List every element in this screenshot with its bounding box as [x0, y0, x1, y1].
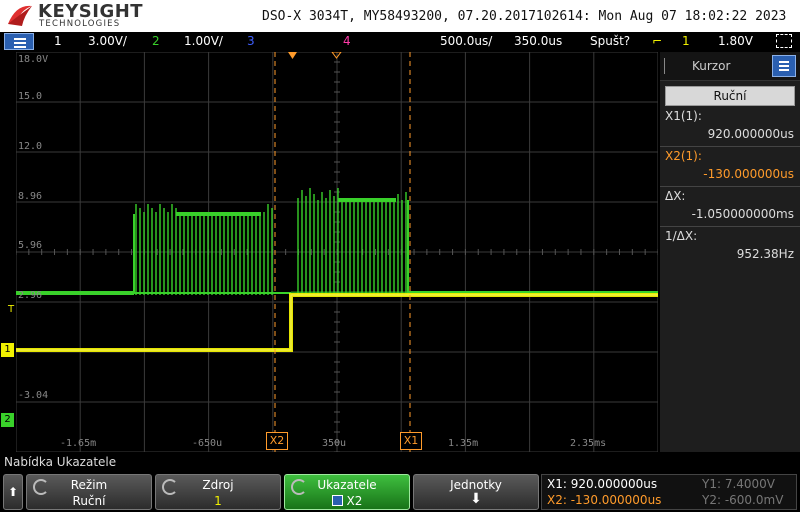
softkey-title: Ukazatele	[317, 478, 377, 492]
x-tick-label: 350u	[322, 438, 347, 449]
trigger-level-marker[interactable]: T	[8, 304, 14, 315]
readout-x1: X1: 920.000000us	[547, 477, 658, 491]
inv-dx-value: 952.38Hz	[736, 247, 794, 261]
menu-title: Nabídka Ukazatele	[4, 455, 117, 469]
x-tick-label: 1.35m	[448, 438, 479, 449]
trigger-level[interactable]: 1.80V	[718, 34, 753, 48]
units-softkey[interactable]: Jednotky ⬇	[413, 474, 539, 510]
screenshot-icon[interactable]	[776, 34, 792, 48]
y-tick-label: 2.96	[18, 290, 43, 301]
ch2-ground-marker[interactable]: 2	[1, 413, 14, 427]
cursor-x2-label[interactable]: X2	[266, 432, 288, 450]
arrow-down-icon: ⬇	[470, 491, 482, 507]
x-tick-label: -650u	[192, 438, 223, 449]
cursors-softkey[interactable]: Ukazatele X2	[284, 474, 410, 510]
channel-bar: 1 3.00V/ 2 1.00V/ 3 4 500.0us/ 350.0us S…	[0, 32, 800, 52]
cursor-mode-button[interactable]: Ruční	[665, 86, 795, 106]
inv-dx-label: 1/ΔX:	[665, 229, 698, 243]
y-tick-label: 5.96	[18, 240, 43, 251]
y-tick-label: 18.0V	[18, 54, 49, 65]
menu-icon[interactable]	[4, 33, 34, 50]
y-tick-label: 12.0	[18, 141, 43, 152]
panel-handle-icon	[664, 58, 671, 74]
source-softkey[interactable]: Zdroj 1	[155, 474, 281, 510]
ch1-scale[interactable]: 3.00V/	[88, 34, 127, 48]
y-tick-label: -3.04	[18, 390, 49, 401]
trigger-mode[interactable]: Spušt?	[590, 34, 630, 48]
back-button[interactable]: ⬆	[3, 474, 23, 510]
y-tick-label: 8.96	[18, 191, 43, 202]
readout-y1: Y1: 7.4000V	[702, 477, 776, 491]
scope-info: DSO-X 3034T, MY58493200, 07.20.201710261…	[262, 9, 787, 24]
brand-subtitle: TECHNOLOGIES	[39, 19, 121, 29]
waveform-display[interactable]	[16, 52, 658, 452]
cursor-selected-icon	[331, 495, 343, 506]
dx-value: -1.050000000ms	[691, 207, 794, 221]
divider	[660, 186, 800, 187]
y-tick-label: 15.0	[18, 91, 43, 102]
arrow-up-icon: ⬆	[7, 485, 19, 499]
divider	[660, 146, 800, 147]
softkey-title: Jednotky	[450, 478, 502, 492]
timebase[interactable]: 500.0us/	[440, 34, 492, 48]
cursor-readout: X1: 920.000000us X2: -130.000000us Y1: 7…	[541, 474, 797, 510]
x2-value: -130.000000us	[703, 167, 794, 181]
readout-x2: X2: -130.000000us	[547, 493, 662, 507]
header: KEYSIGHT TECHNOLOGIES DSO-X 3034T, MY584…	[0, 0, 800, 32]
x1-value: 920.000000us	[707, 127, 794, 141]
keysight-logo-icon	[8, 5, 32, 26]
trigger-rising-icon: ⌐	[652, 34, 663, 48]
ch2-scale[interactable]: 1.00V/	[184, 34, 223, 48]
dx-label: ΔX:	[665, 189, 686, 203]
softkey-value: Ruční	[72, 494, 106, 508]
panel-header: Kurzor	[660, 52, 800, 81]
softkey-value: X2	[346, 494, 363, 508]
cursor-x1-label[interactable]: X1	[400, 432, 422, 450]
softkey-title: Režim	[70, 478, 108, 492]
softkey-value: 1	[214, 494, 222, 508]
ch1-ground-marker[interactable]: 1	[1, 343, 14, 357]
readout-y2: Y2: -600.0mV	[702, 493, 784, 507]
panel-title: Kurzor	[692, 59, 731, 73]
softkey-value-row: X2	[285, 494, 409, 508]
softkey-title: Zdroj	[202, 478, 234, 492]
ch2-number[interactable]: 2	[152, 34, 160, 48]
ch1-number[interactable]: 1	[54, 34, 62, 48]
ch4-number[interactable]: 4	[343, 34, 351, 48]
x2-label: X2(1):	[665, 149, 702, 163]
x1-label: X1(1):	[665, 109, 702, 123]
trigger-source[interactable]: 1	[682, 34, 690, 48]
panel-menu-icon[interactable]	[772, 55, 796, 77]
mode-softkey[interactable]: Režim Ruční	[26, 474, 152, 510]
cursor-panel: Kurzor Ruční X1(1): 920.000000us X2(1): …	[660, 52, 800, 452]
x-tick-label: 2.35ms	[570, 438, 607, 449]
x-tick-label: -1.65m	[60, 438, 97, 449]
delay[interactable]: 350.0us	[514, 34, 562, 48]
divider	[660, 226, 800, 227]
ch3-number[interactable]: 3	[247, 34, 255, 48]
